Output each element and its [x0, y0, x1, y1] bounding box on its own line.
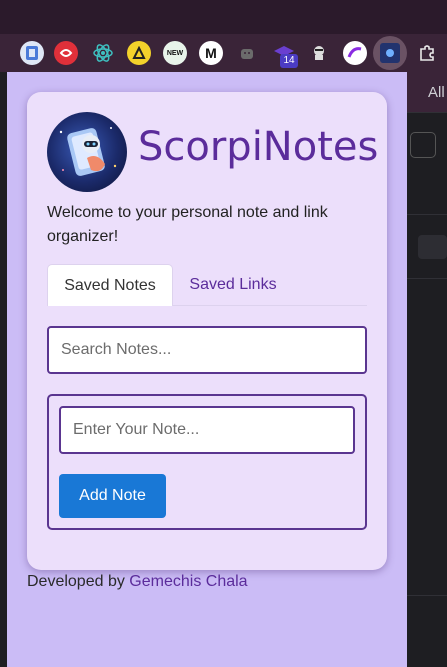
- author-link[interactable]: Gemechis Chala: [129, 573, 247, 590]
- page-divider: [407, 214, 447, 215]
- note-input[interactable]: [59, 406, 355, 454]
- page-divider: [407, 595, 447, 596]
- footer-credit: Developed by Gemechis Chala: [27, 573, 248, 591]
- page-dropdown: [418, 235, 447, 259]
- yellow-triangle-icon[interactable]: [127, 41, 151, 65]
- puzzle-icon[interactable]: [415, 41, 439, 65]
- tab-saved-notes[interactable]: Saved Notes: [47, 264, 173, 306]
- extension-badge: 14: [280, 54, 298, 68]
- document-icon[interactable]: [20, 41, 44, 65]
- medium-icon[interactable]: M: [199, 41, 223, 65]
- page-left-edge: [0, 72, 7, 667]
- tab-saved-links[interactable]: Saved Links: [173, 264, 293, 306]
- scorpinotes-icon[interactable]: [380, 43, 400, 63]
- page-divider: [407, 112, 447, 113]
- hacker-icon[interactable]: [307, 41, 331, 65]
- new-badge-icon[interactable]: NEW: [163, 41, 187, 65]
- page-divider: [407, 278, 447, 279]
- welcome-text: Welcome to your personal note and link o…: [47, 204, 328, 245]
- search-notes-input[interactable]: [47, 326, 367, 374]
- android-icon[interactable]: [235, 41, 259, 65]
- react-icon[interactable]: [91, 41, 115, 65]
- app-title: ScorpiNotes: [138, 124, 379, 170]
- browser-titlebar: [0, 0, 447, 34]
- red-circle-icon[interactable]: [54, 41, 78, 65]
- scorpinotes-logo-icon: [47, 112, 127, 192]
- arc-icon[interactable]: [343, 41, 367, 65]
- footer-prefix: Developed by: [27, 573, 125, 590]
- bookmark-label: All: [428, 84, 445, 101]
- page-control: [410, 132, 436, 158]
- add-note-button[interactable]: Add Note: [59, 474, 166, 518]
